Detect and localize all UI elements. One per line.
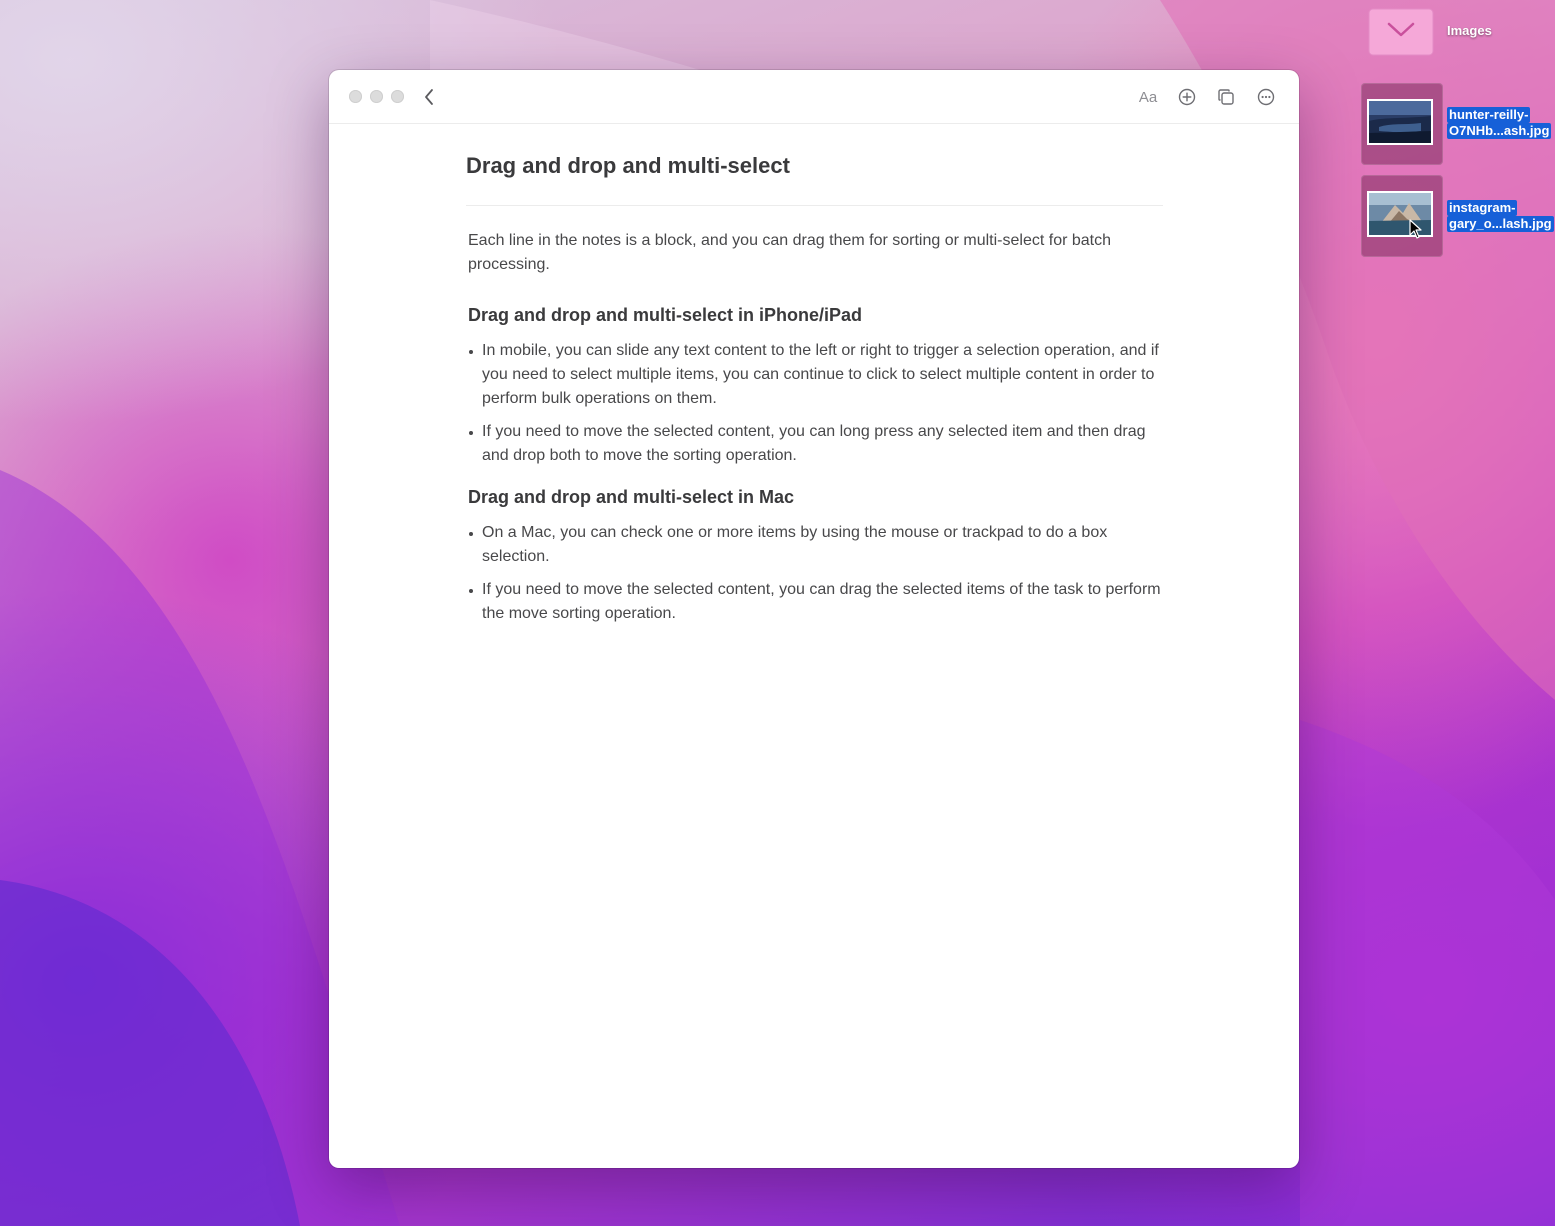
folder-icon <box>1368 8 1434 56</box>
add-circle-icon <box>1178 88 1196 106</box>
note-editor[interactable]: Drag and drop and multi-select Each line… <box>466 150 1163 635</box>
bullet-item[interactable]: If you need to move the selected content… <box>468 578 1163 626</box>
file-label: hunter-reilly- O7NHb...ash.jpg <box>1447 107 1552 139</box>
bullet-item[interactable]: If you need to move the selected content… <box>468 420 1163 468</box>
section-heading[interactable]: Drag and drop and multi-select in Mac <box>468 485 1163 509</box>
bullet-list: On a Mac, you can check one or more item… <box>468 521 1163 626</box>
add-button[interactable] <box>1175 85 1199 109</box>
note-paragraph[interactable]: Each line in the notes is a block, and y… <box>468 229 1163 277</box>
back-chevron-icon <box>425 89 433 105</box>
bullet-item[interactable]: On a Mac, you can check one or more item… <box>468 521 1163 569</box>
section-heading[interactable]: Drag and drop and multi-select in iPhone… <box>468 303 1163 327</box>
file-selection-highlight <box>1361 175 1443 257</box>
note-title[interactable]: Drag and drop and multi-select <box>466 153 1163 187</box>
back-button[interactable] <box>417 85 441 109</box>
bullet-item[interactable]: In mobile, you can slide any text conten… <box>468 339 1163 411</box>
font-style-button[interactable]: Aa <box>1135 85 1161 109</box>
image-thumbnail-icon <box>1367 191 1433 237</box>
more-options-button[interactable] <box>1254 85 1278 109</box>
zoom-window-button[interactable] <box>391 90 404 103</box>
more-options-icon <box>1257 88 1275 106</box>
window-toolbar: Aa <box>329 70 1299 124</box>
image-thumbnail-icon <box>1367 99 1433 145</box>
notes-window: Aa Drag and drop and multi-select Each l… <box>329 70 1299 1168</box>
minimize-window-button[interactable] <box>370 90 383 103</box>
file-selection-highlight <box>1361 83 1443 165</box>
file-label: instagram- gary_o...lash.jpg <box>1447 200 1554 232</box>
bullet-list: In mobile, you can slide any text conten… <box>468 339 1163 468</box>
mouse-cursor-icon <box>1409 219 1422 239</box>
title-divider <box>466 205 1163 206</box>
copy-button[interactable] <box>1214 85 1238 109</box>
copy-icon <box>1218 89 1234 105</box>
folder-label: Images <box>1447 23 1492 38</box>
close-window-button[interactable] <box>349 90 362 103</box>
